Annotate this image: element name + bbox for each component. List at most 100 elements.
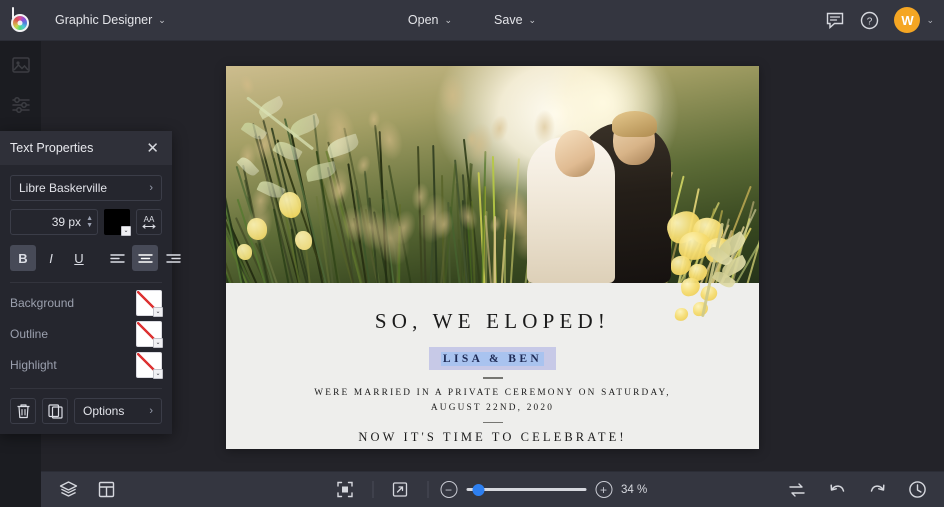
font-family-select[interactable]: Libre Baskerville › xyxy=(10,175,162,201)
panel-actions-row: Options › xyxy=(10,398,162,424)
font-size-value: 39 px xyxy=(52,215,81,229)
avatar[interactable]: W xyxy=(894,7,920,33)
font-size-row: 39 px ▲ ▼ ⌄ AA xyxy=(10,209,162,235)
font-size-input[interactable]: 39 px ▲ ▼ xyxy=(10,209,98,235)
panel-title: Text Properties xyxy=(10,141,93,155)
options-button[interactable]: Options › xyxy=(74,398,162,424)
pages-layout-icon xyxy=(97,480,116,499)
trash-icon xyxy=(16,403,31,419)
undo-icon xyxy=(828,481,847,499)
card-body-line-1: WERE MARRIED IN A PRIVATE CEREMONY ON SA… xyxy=(314,386,671,401)
comments-button[interactable] xyxy=(820,5,850,35)
svg-text:AA: AA xyxy=(144,215,155,224)
align-right-icon xyxy=(166,252,181,265)
zoom-slider[interactable] xyxy=(466,483,586,497)
swap-icon xyxy=(788,481,806,499)
panel-body: Libre Baskerville › 39 px ▲ ▼ ⌄ AA B I U… xyxy=(0,165,172,434)
top-bar-center-actions: Open ⌄ Save ⌄ xyxy=(398,7,546,33)
save-button[interactable]: Save ⌄ xyxy=(484,7,546,33)
duplicate-button[interactable] xyxy=(42,398,68,424)
close-icon[interactable]: ✕ xyxy=(143,139,162,158)
zoom-slider-track xyxy=(466,488,586,491)
align-center-button[interactable] xyxy=(132,245,158,271)
pages-layout-button[interactable] xyxy=(91,475,121,505)
chevron-down-icon[interactable]: ⌄ xyxy=(153,338,163,348)
chevron-down-icon[interactable]: ⌄ xyxy=(153,369,163,379)
chevron-down-icon[interactable]: ⌄ xyxy=(153,307,163,317)
font-size-stepper[interactable]: ▲ ▼ xyxy=(86,216,93,229)
stepper-down-icon[interactable]: ▼ xyxy=(86,223,93,229)
color-wheel-b-logo-icon xyxy=(9,7,33,33)
wedding-photo[interactable] xyxy=(226,66,759,283)
save-label: Save xyxy=(494,13,523,27)
layers-icon xyxy=(59,480,78,499)
adjustments-sliders-icon xyxy=(11,95,31,115)
align-left-icon xyxy=(110,252,125,265)
redo-button[interactable] xyxy=(862,475,892,505)
bottom-bar-right xyxy=(782,475,932,505)
outline-property-row: Outline ⌄ xyxy=(10,318,162,349)
italic-label: I xyxy=(49,251,53,266)
panel-divider xyxy=(10,282,162,283)
account-chevron-down-icon[interactable]: ⌄ xyxy=(926,15,934,26)
sidebar-item-adjustments[interactable] xyxy=(9,93,33,117)
text-align-group xyxy=(104,245,186,271)
card-body[interactable]: WERE MARRIED IN A PRIVATE CEREMONY ON SA… xyxy=(314,386,671,416)
zoom-out-button[interactable]: − xyxy=(440,481,457,498)
expand-button[interactable] xyxy=(385,475,415,505)
history-clock-icon xyxy=(908,480,927,499)
names-selection-box[interactable]: LISA & BEN xyxy=(429,347,556,370)
svg-text:?: ? xyxy=(867,16,873,27)
align-left-button[interactable] xyxy=(104,245,130,271)
design-card[interactable]: SO, WE ELOPED! LISA & BEN WERE MARRIED I… xyxy=(226,66,759,449)
align-center-icon xyxy=(138,252,153,265)
text-color-swatch[interactable]: ⌄ xyxy=(104,209,130,235)
divider-rule-top xyxy=(483,377,503,379)
delete-button[interactable] xyxy=(10,398,36,424)
background-color-swatch[interactable]: ⌄ xyxy=(136,290,162,316)
zoom-level-label: 34 % xyxy=(621,484,655,496)
text-properties-panel: Text Properties ✕ Libre Baskerville › 39… xyxy=(0,131,172,434)
letter-spacing-icon: AA xyxy=(140,213,158,231)
chevron-down-icon[interactable]: ⌄ xyxy=(121,226,131,236)
duplicate-icon xyxy=(48,404,63,419)
app-logo[interactable] xyxy=(0,0,41,41)
zoom-in-button[interactable]: + xyxy=(595,481,612,498)
card-headline[interactable]: SO, WE ELOPED! xyxy=(375,309,610,334)
swap-button[interactable] xyxy=(782,475,812,505)
document-title-menu[interactable]: Graphic Designer ⌄ xyxy=(45,7,176,33)
zoom-controls: − + 34 % xyxy=(330,475,655,505)
card-names[interactable]: LISA & BEN xyxy=(441,352,544,366)
undo-button[interactable] xyxy=(822,475,852,505)
underline-label: U xyxy=(74,251,83,266)
letter-spacing-button[interactable]: AA xyxy=(136,209,162,235)
outline-color-swatch[interactable]: ⌄ xyxy=(136,321,162,347)
help-icon: ? xyxy=(860,11,879,30)
highlight-property-row: Highlight ⌄ xyxy=(10,349,162,380)
panel-header: Text Properties ✕ xyxy=(0,131,172,165)
layers-button[interactable] xyxy=(53,475,83,505)
stepper-up-icon[interactable]: ▲ xyxy=(86,216,93,222)
bottom-bar-left xyxy=(41,475,121,505)
fit-to-screen-button[interactable] xyxy=(330,475,360,505)
zoom-slider-knob[interactable] xyxy=(472,484,484,496)
image-icon xyxy=(11,55,31,75)
open-button[interactable]: Open ⌄ xyxy=(398,7,462,33)
card-closing[interactable]: NOW IT'S TIME TO CELEBRATE! xyxy=(358,430,626,445)
format-buttons-row: B I U xyxy=(10,245,162,271)
chevron-right-icon: › xyxy=(149,405,153,417)
card-text-block: SO, WE ELOPED! LISA & BEN WERE MARRIED I… xyxy=(226,283,759,449)
highlight-color-swatch[interactable]: ⌄ xyxy=(136,352,162,378)
bold-button[interactable]: B xyxy=(10,245,36,271)
top-bar-right-actions: ? W ⌄ xyxy=(820,5,934,35)
underline-button[interactable]: U xyxy=(66,245,92,271)
app-root: Graphic Designer ⌄ Open ⌄ Save ⌄ ? W ⌄ S… xyxy=(0,0,944,507)
italic-button[interactable]: I xyxy=(38,245,64,271)
chevron-down-icon: ⌄ xyxy=(445,15,453,26)
align-right-button[interactable] xyxy=(160,245,186,271)
highlight-label: Highlight xyxy=(10,358,57,372)
history-button[interactable] xyxy=(902,475,932,505)
sidebar-item-image[interactable] xyxy=(9,53,33,77)
help-button[interactable]: ? xyxy=(854,5,884,35)
panel-divider-bottom xyxy=(10,388,162,389)
